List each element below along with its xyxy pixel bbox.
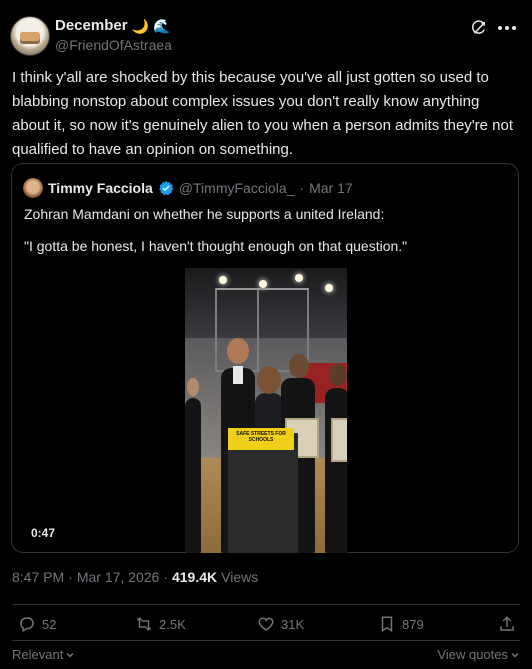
reply-button[interactable]: 52 [18, 615, 56, 633]
tweet-time[interactable]: 8:47 PM [12, 569, 64, 585]
video-person-head [329, 364, 347, 386]
like-button[interactable]: 31K [257, 615, 304, 633]
video-scene-microphone [248, 386, 251, 428]
author-avatar[interactable] [10, 16, 50, 56]
meta-separator: · [68, 569, 73, 585]
reply-icon [20, 617, 34, 633]
bookmark-count: 879 [402, 616, 424, 632]
video-scene-light [219, 276, 227, 284]
video-scene-light [259, 280, 267, 288]
more-icon[interactable] [496, 18, 518, 38]
repost-count: 2.5K [159, 616, 186, 632]
video-scene-light [295, 274, 303, 282]
quote-separator: · [299, 180, 305, 196]
bookmark-icon [381, 616, 393, 633]
grok-icon[interactable] [470, 19, 488, 37]
quote-author-handle[interactable]: @TimmyFacciola_ [179, 180, 295, 196]
reply-count: 52 [42, 616, 57, 632]
quoted-tweet[interactable]: Timmy Facciola @TimmyFacciola_ · Mar 17 … [11, 163, 519, 553]
moon-emoji-icon: 🌙 [131, 17, 149, 34]
sort-dropdown[interactable]: Relevant [12, 647, 75, 662]
meta-separator: · [163, 569, 168, 585]
video-duration: 0:47 [31, 526, 56, 540]
video-scene-podium [228, 433, 298, 553]
video-person-head [289, 354, 309, 378]
repost-button[interactable]: 2.5K [135, 615, 186, 633]
share-button[interactable] [498, 615, 516, 633]
author-name-row: December 🌙 🌊 [55, 17, 170, 34]
tweet-header: December 🌙 🌊 @FriendOfAstraea [10, 14, 522, 56]
view-quotes-label: View quotes [437, 647, 508, 662]
video-player[interactable]: SAFE STREETS FOR SCHOOLS [185, 268, 347, 553]
chevron-down-icon [511, 652, 519, 658]
verified-icon [158, 181, 173, 196]
quote-date[interactable]: Mar 17 [309, 180, 353, 196]
wave-emoji-icon: 🌊 [152, 17, 171, 34]
tweet-date[interactable]: Mar 17, 2026 [77, 569, 160, 585]
repost-icon [136, 616, 152, 632]
video-scene-light [325, 284, 333, 292]
video-scene-sign: SAFE STREETS FOR SCHOOLS [228, 428, 294, 450]
video-person-speaker-head [227, 338, 249, 364]
like-icon [258, 617, 274, 631]
quote-text-line-2: "I gotta be honest, I haven't thought en… [24, 238, 408, 254]
action-bar: 52 2.5K 31K 879 [12, 615, 520, 639]
video-person [325, 388, 347, 553]
quote-header: Timmy Facciola @TimmyFacciola_ · Mar 17 [23, 178, 353, 198]
divider [12, 604, 520, 605]
video-person [185, 398, 201, 553]
view-quotes-link[interactable]: View quotes [437, 647, 520, 662]
share-icon [500, 616, 514, 631]
tweet-text: I think y'all are shocked by this becaus… [12, 69, 514, 158]
views-label: Views [221, 569, 259, 585]
quote-avatar[interactable] [23, 178, 43, 198]
author-display-name[interactable]: December [55, 17, 128, 34]
sort-label: Relevant [12, 647, 64, 662]
like-count: 31K [281, 616, 305, 632]
tweet-meta: 8:47 PM · Mar 17, 2026 · 419.4K Views [12, 569, 258, 585]
quote-author-name[interactable]: Timmy Facciola [48, 180, 153, 196]
video-person-framed-photo [331, 418, 347, 462]
video-person-head [257, 366, 281, 394]
video-person-head [187, 378, 199, 396]
author-handle[interactable]: @FriendOfAstraea [55, 37, 172, 53]
views-count: 419.4K [171, 569, 218, 585]
divider [12, 640, 520, 641]
quote-text-line-1: Zohran Mamdani on whether he supports a … [24, 206, 385, 222]
chevron-down-icon [66, 652, 74, 658]
bookmark-button[interactable]: 879 [378, 615, 424, 633]
video-person-shirt [233, 366, 243, 384]
